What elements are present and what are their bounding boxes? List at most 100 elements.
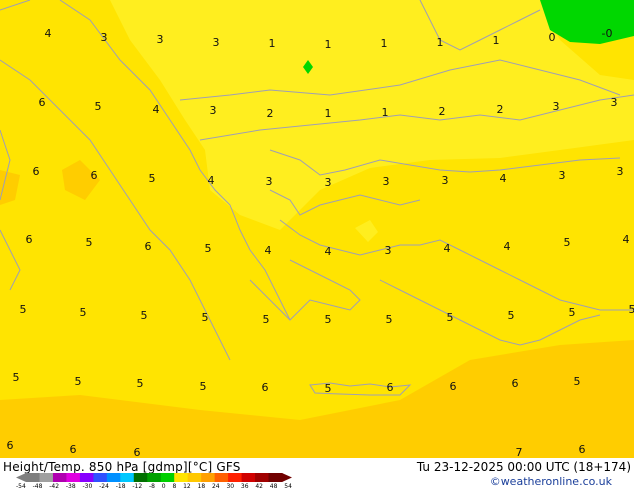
colorbar-tick-label: -18 [115, 483, 126, 490]
contour-value-label: 5 [205, 242, 212, 255]
colorbar [16, 473, 292, 482]
contour-value-label: 3 [157, 33, 164, 46]
contour-value-label: 6 [70, 443, 77, 456]
contour-value-label: 5 [325, 382, 332, 395]
contour-value-label: 3 [559, 169, 566, 182]
contour-value-label: 7 [516, 446, 523, 458]
contour-value-label: 5 [75, 375, 82, 388]
colorbar-tick-label: -54 [16, 483, 26, 490]
contour-value-label: 6 [387, 381, 394, 394]
contour-value-label: 4 [500, 172, 507, 185]
contour-value-label: 5 [149, 172, 156, 185]
contour-value-label: 2 [497, 103, 504, 116]
contour-value-label: 3 [325, 176, 332, 189]
contour-value-label: 3 [611, 96, 618, 109]
contour-value-label: 5 [325, 313, 332, 326]
contour-value-label: 5 [569, 306, 576, 319]
contour-value-label: 4 [325, 245, 332, 258]
colorbar-segment [66, 473, 81, 482]
contour-value-label: 5 [508, 309, 515, 322]
colorbar-segment [241, 473, 256, 482]
colorbar-tick-label: -42 [49, 483, 60, 490]
contour-value-label: 3 [383, 175, 390, 188]
colorbar-segment [147, 473, 162, 482]
contour-value-label: 3 [385, 244, 392, 257]
contour-value-label: 5 [564, 236, 571, 249]
valid-time: Tu 23-12-2025 00:00 UTC (18+174) [416, 460, 631, 474]
colorbar-segment [26, 473, 40, 482]
colorbar-segment [214, 473, 229, 482]
colorbar-ticks: -54 -48 -42 -38 -30 -24 -18 -12 -8 0 8 12 18 24 30 36 42… [16, 484, 292, 490]
contour-value-label: -0 [602, 27, 613, 40]
contour-value-label: 4 [265, 244, 272, 257]
colorbar-tick-label: 36 [240, 483, 249, 490]
colorbar-tick-label: -38 [65, 483, 76, 490]
contour-value-label: 6 [26, 233, 33, 246]
colorbar-segment [174, 473, 189, 482]
colorbar-tick-label: -12 [132, 483, 143, 490]
contour-value-label: 5 [80, 306, 87, 319]
colorbar-segment [79, 473, 94, 482]
colorbar-segment [52, 473, 67, 482]
footer: Height/Temp. 850 hPa [gdmp][°C] GFS Tu 2… [0, 458, 634, 490]
colorbar-tick-label: 8 [172, 483, 177, 490]
contour-value-label: 6 [145, 240, 152, 253]
colorbar-tick-label: 54 [284, 483, 292, 490]
contour-value-label: 6 [7, 439, 14, 452]
colorbar-tick-label: 24 [211, 483, 220, 490]
colorbar-tick-label: 12 [183, 483, 191, 490]
contour-value-label: 3 [213, 36, 220, 49]
contour-value-label: 5 [13, 371, 20, 384]
contour-value-label: 3 [553, 100, 560, 113]
contour-value-label: 1 [437, 36, 444, 49]
colorbar-segment [187, 473, 202, 482]
colorbar-segment [133, 473, 148, 482]
contour-value-label: 5 [629, 303, 634, 316]
contour-value-label: 6 [262, 381, 269, 394]
colorbar-tick-label: 48 [269, 483, 278, 490]
colorbar-segment [93, 473, 108, 482]
colorbar-tick-label: 42 [255, 483, 263, 490]
contour-value-label: 4 [153, 103, 160, 116]
contour-value-label: 0 [549, 31, 556, 44]
colorbar-segment [120, 473, 135, 482]
contour-value-label: 5 [200, 380, 207, 393]
contour-value-label: 1 [325, 38, 332, 51]
contour-value-label: 5 [137, 377, 144, 390]
colorbar-segment [160, 473, 175, 482]
contour-value-label: 4 [45, 27, 52, 40]
contour-value-label: 6 [134, 446, 141, 458]
contour-value-label: 4 [504, 240, 511, 253]
contour-value-label: 2 [439, 105, 446, 118]
contour-value-label: 5 [386, 313, 393, 326]
contour-value-label: 1 [325, 107, 332, 120]
colorbar-tick-label: -30 [82, 483, 93, 490]
contour-value-label: 4 [208, 174, 215, 187]
contour-value-label: 5 [574, 375, 581, 388]
colorbar-arrow-left [16, 473, 26, 482]
contour-value-label: 2 [267, 107, 274, 120]
contour-value-label: 3 [101, 31, 108, 44]
credit-link[interactable]: ©weatheronline.co.uk [490, 475, 612, 488]
contour-value-label: 6 [579, 443, 586, 456]
colorbar-tick-label: 30 [226, 483, 235, 490]
colorbar-arrow-right [282, 473, 292, 482]
contour-value-label: 5 [95, 100, 102, 113]
contour-value-label: 6 [450, 380, 457, 393]
colorbar-segment [255, 473, 270, 482]
colorbar-segment [201, 473, 216, 482]
contour-value-label: 1 [269, 37, 276, 50]
contour-value-label: 6 [39, 96, 46, 109]
contour-value-label: 5 [447, 311, 454, 324]
contour-value-label: 3 [617, 165, 624, 178]
contour-value-label: 5 [263, 313, 270, 326]
contour-value-label: 6 [512, 377, 519, 390]
colorbar-segment [106, 473, 121, 482]
contour-value-label: 6 [33, 165, 40, 178]
contour-value-label: 5 [86, 236, 93, 249]
colorbar-tick-label: -48 [32, 483, 43, 490]
contour-value-label: 6 [91, 169, 98, 182]
contour-value-label: 5 [141, 309, 148, 322]
contour-value-label: 5 [20, 303, 27, 316]
contour-value-label: 4 [444, 242, 451, 255]
